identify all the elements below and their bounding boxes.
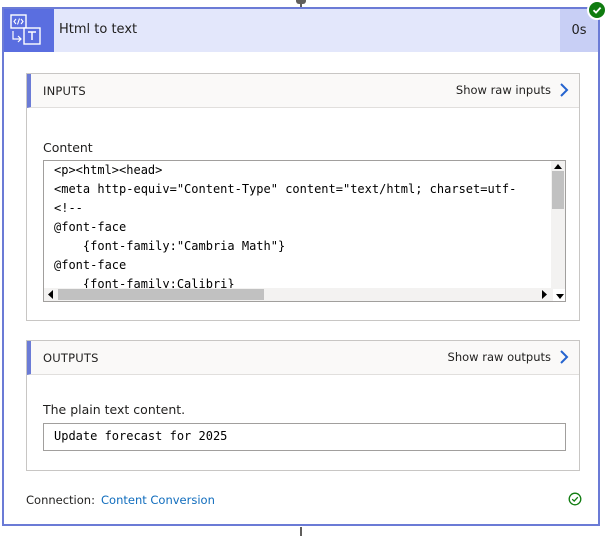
horizontal-scrollbar[interactable] — [44, 288, 553, 301]
inputs-section: INPUTS Show raw inputs Content <p><html>… — [26, 73, 580, 321]
scroll-right-icon[interactable] — [542, 290, 548, 299]
connector-bottom — [300, 527, 302, 536]
show-raw-outputs-label: Show raw outputs — [447, 350, 551, 364]
action-title: Html to text — [59, 22, 138, 37]
outputs-title: OUTPUTS — [43, 351, 99, 365]
connector-top-cap — [296, 0, 306, 4]
action-card: Html to text 0s INPUTS Show raw inputs C… — [2, 7, 600, 526]
show-raw-outputs-link[interactable]: Show raw outputs — [448, 349, 569, 365]
chevron-right-icon — [560, 350, 569, 364]
scroll-left-icon[interactable] — [47, 290, 53, 299]
code-line: @font-face — [54, 220, 127, 234]
code-line: <p><html><head> — [54, 163, 163, 177]
horizontal-scroll-thumb[interactable] — [58, 289, 264, 300]
code-line: <meta http-equiv="Content-Type" content=… — [54, 182, 517, 196]
plain-text-output[interactable]: Update forecast for 2025 — [43, 423, 566, 451]
connection-name-link[interactable]: Content Conversion — [101, 493, 215, 507]
inputs-title: INPUTS — [43, 84, 86, 98]
outputs-section: OUTPUTS Show raw outputs The plain text … — [26, 340, 580, 471]
connection-label: Connection: — [26, 493, 95, 507]
scroll-up-icon[interactable] — [554, 163, 562, 169]
show-raw-inputs-label: Show raw inputs — [455, 83, 551, 97]
content-label: Content — [43, 140, 93, 155]
check-circle-icon — [568, 492, 582, 506]
plain-text-value: Update forecast for 2025 — [54, 429, 228, 443]
html-to-text-icon — [4, 9, 54, 52]
scroll-down-icon[interactable] — [556, 294, 564, 300]
inputs-header: INPUTS Show raw inputs — [27, 74, 579, 108]
action-header[interactable]: Html to text 0s — [4, 9, 598, 52]
content-code-box[interactable]: <p><html><head> <meta http-equiv="Conten… — [43, 160, 566, 302]
vertical-scroll-thumb[interactable] — [552, 171, 564, 209]
code-line: @font-face — [54, 258, 127, 272]
chevron-right-icon — [560, 83, 569, 97]
success-check-icon — [587, 0, 607, 20]
outputs-header: OUTPUTS Show raw outputs — [27, 341, 579, 375]
code-line: {font-family:"Cambria Math"} — [54, 239, 286, 253]
code-line: <!-- — [54, 201, 83, 215]
plain-text-label: The plain text content. — [43, 402, 186, 417]
vertical-scrollbar[interactable] — [551, 161, 565, 289]
show-raw-inputs-link[interactable]: Show raw inputs — [456, 82, 569, 98]
